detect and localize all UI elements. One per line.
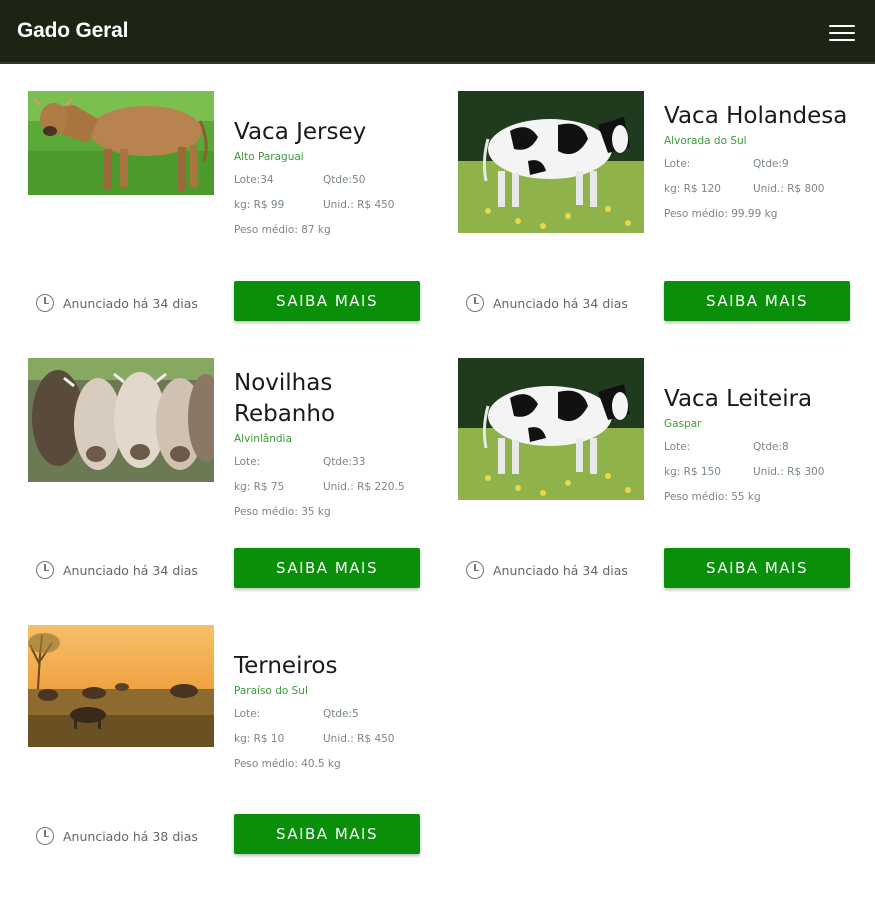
lote-value: Lote:34 [234, 174, 274, 186]
lote-qtde-row: Lote: Qtde:5 [234, 698, 424, 723]
posted-text: Anunciado há 34 dias [63, 295, 198, 311]
listing-location: Alvinlândia [234, 433, 292, 445]
posted-text: Anunciado há 34 dias [493, 562, 628, 578]
listing-photo [28, 91, 214, 195]
listing-location: Paraíso do Sul [234, 685, 308, 697]
listing-location: Alvorada do Sul [664, 135, 747, 147]
listing-card: Vaca Jersey Alto Paraguai Lote:34 Qtde:5… [28, 91, 428, 341]
qtde-value: Qtde:9 [753, 158, 789, 170]
price-per-unit: Unid.: R$ 450 [323, 199, 395, 211]
price-per-kg: kg: R$ 120 [664, 183, 721, 195]
qtde-value: Qtde:50 [323, 174, 366, 186]
listing-photo [458, 91, 644, 233]
posted-text: Anunciado há 34 dias [493, 295, 628, 311]
lote-value: Lote: [664, 441, 691, 453]
avg-weight-row: Peso médio: 40.5 kg [234, 748, 424, 773]
lote-qtde-row: Lote: Qtde:9 [664, 148, 854, 173]
lote-value: Lote: [234, 708, 261, 720]
qtde-value: Qtde:5 [323, 708, 359, 720]
lote-value: Lote: [234, 456, 261, 468]
listing-card: Novilhas Rebanho Alvinlândia Lote: Qtde:… [28, 358, 428, 608]
lote-qtde-row: Lote: Qtde:33 [234, 446, 424, 471]
avg-weight: Peso médio: 99.99 kg [664, 208, 778, 220]
brand-logo-text[interactable]: Gado Geral [17, 19, 128, 43]
posted-date: Anunciado há 34 dias [466, 561, 628, 579]
listing-location: Gaspar [664, 418, 702, 430]
listing-title[interactable]: Vaca Jersey [234, 117, 424, 148]
saiba-mais-button[interactable]: SAIBA MAIS [664, 548, 850, 588]
posted-date: Anunciado há 38 dias [36, 827, 198, 845]
posted-date: Anunciado há 34 dias [466, 294, 628, 312]
price-per-kg: kg: R$ 10 [234, 733, 285, 745]
price-per-kg: kg: R$ 150 [664, 466, 721, 478]
price-row: kg: R$ 99 Unid.: R$ 450 [234, 189, 424, 214]
hamburger-menu-icon[interactable] [827, 22, 857, 44]
lote-qtde-row: Lote:34 Qtde:50 [234, 164, 424, 189]
avg-weight: Peso médio: 87 kg [234, 224, 331, 236]
posted-text: Anunciado há 34 dias [63, 562, 198, 578]
listing-card: Vaca Holandesa Alvorada do Sul Lote: Qtd… [458, 91, 858, 341]
listing-location: Alto Paraguai [234, 151, 304, 163]
listing-title[interactable]: Vaca Leiteira [664, 384, 854, 415]
clock-icon [466, 294, 484, 312]
price-row: kg: R$ 120 Unid.: R$ 800 [664, 173, 854, 198]
listing-title[interactable]: Novilhas Rebanho [234, 368, 424, 430]
saiba-mais-button[interactable]: SAIBA MAIS [234, 281, 420, 321]
listing-photo [28, 358, 214, 482]
lote-qtde-row: Lote: Qtde:8 [664, 431, 854, 456]
clock-icon [36, 294, 54, 312]
avg-weight-row: Peso médio: 35 kg [234, 496, 424, 521]
saiba-mais-button[interactable]: SAIBA MAIS [664, 281, 850, 321]
avg-weight-row: Peso médio: 87 kg [234, 214, 424, 239]
posted-date: Anunciado há 34 dias [36, 294, 198, 312]
clock-icon [36, 827, 54, 845]
price-per-unit: Unid.: R$ 450 [323, 733, 395, 745]
qtde-value: Qtde:8 [753, 441, 789, 453]
avg-weight-row: Peso médio: 55 kg [664, 481, 854, 506]
clock-icon [466, 561, 484, 579]
price-per-unit: Unid.: R$ 800 [753, 183, 825, 195]
saiba-mais-button[interactable]: SAIBA MAIS [234, 814, 420, 854]
listing-card: Terneiros Paraíso do Sul Lote: Qtde:5 kg… [28, 625, 428, 875]
avg-weight: Peso médio: 40.5 kg [234, 758, 341, 770]
price-per-kg: kg: R$ 99 [234, 199, 285, 211]
price-per-kg: kg: R$ 75 [234, 481, 285, 493]
clock-icon [36, 561, 54, 579]
avg-weight: Peso médio: 55 kg [664, 491, 761, 503]
avg-weight-row: Peso médio: 99.99 kg [664, 198, 854, 223]
listing-photo [28, 625, 214, 747]
top-navbar: Gado Geral [0, 0, 875, 64]
lote-value: Lote: [664, 158, 691, 170]
saiba-mais-button[interactable]: SAIBA MAIS [234, 548, 420, 588]
avg-weight: Peso médio: 35 kg [234, 506, 331, 518]
listing-photo [458, 358, 644, 500]
price-per-unit: Unid.: R$ 300 [753, 466, 825, 478]
price-per-unit: Unid.: R$ 220.5 [323, 481, 405, 493]
posted-date: Anunciado há 34 dias [36, 561, 198, 579]
listing-title[interactable]: Terneiros [234, 651, 424, 682]
listing-title[interactable]: Vaca Holandesa [664, 101, 854, 132]
price-row: kg: R$ 150 Unid.: R$ 300 [664, 456, 854, 481]
listing-card: Vaca Leiteira Gaspar Lote: Qtde:8 kg: R$… [458, 358, 858, 608]
qtde-value: Qtde:33 [323, 456, 366, 468]
price-row: kg: R$ 75 Unid.: R$ 220.5 [234, 471, 424, 496]
posted-text: Anunciado há 38 dias [63, 828, 198, 844]
price-row: kg: R$ 10 Unid.: R$ 450 [234, 723, 424, 748]
